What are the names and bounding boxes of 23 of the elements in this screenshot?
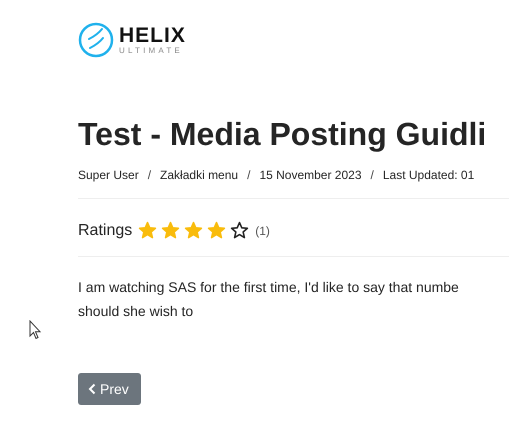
article-title: Test - Media Posting Guidli	[78, 115, 488, 154]
body-text-line: should she wish to	[78, 302, 194, 321]
prev-button[interactable]: Prev	[78, 373, 141, 405]
star-icon	[138, 221, 158, 240]
meta-separator: /	[148, 168, 152, 182]
meta-item: 15 November 2023	[259, 168, 362, 182]
ratings-label: Ratings	[78, 222, 132, 240]
logo-name: HELIX	[119, 25, 186, 46]
chevron-left-icon	[88, 383, 96, 395]
meta-item: Super User	[78, 168, 139, 182]
rating-count: (1)	[255, 224, 270, 238]
logo-tagline: ULTIMATE	[119, 47, 184, 55]
star-icon	[161, 221, 180, 240]
meta-item: Last Updated: 01	[382, 168, 474, 182]
cursor-icon	[29, 320, 42, 340]
star-icon	[184, 221, 204, 240]
body-text-line: I am watching SAS for the first time, I'd like to say that numbe	[78, 278, 460, 297]
meta-item: Zakładki menu	[160, 168, 238, 182]
star-icon	[207, 221, 226, 240]
logo-icon	[78, 22, 114, 58]
meta-separator: /	[370, 168, 374, 182]
star-icon	[230, 221, 250, 240]
meta-separator: /	[247, 168, 250, 182]
